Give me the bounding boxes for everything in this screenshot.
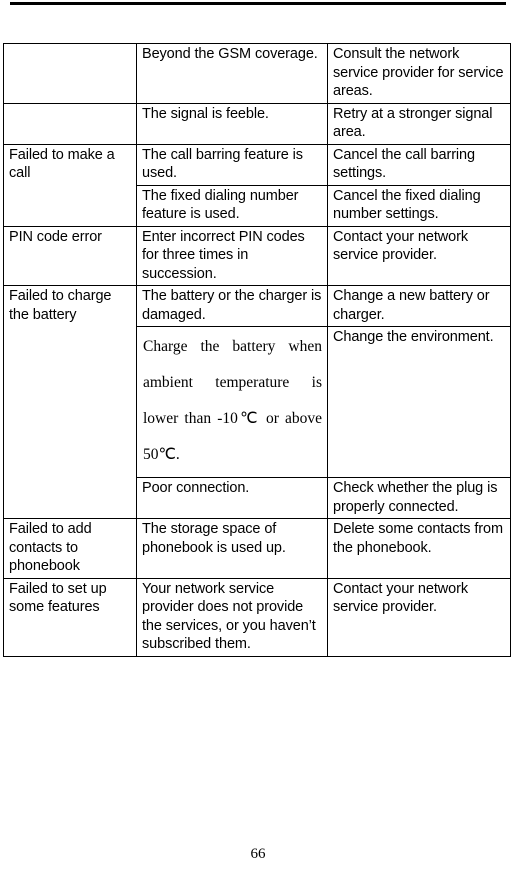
table-row: Failed to add contacts to phonebook The … (3, 518, 511, 579)
cell-cause: The battery or the charger is damaged. (136, 285, 328, 327)
cell-cause: The call barring feature is used. (136, 143, 328, 186)
cell-solution: Cancel the call barring settings. (327, 143, 511, 186)
cell-symptom: Failed to make a call (3, 143, 137, 227)
cell-cause: Beyond the GSM coverage. (136, 43, 328, 104)
table-row: Failed to make a call The call barring f… (3, 143, 511, 227)
cell-cause: Charge the battery when ambient temperat… (136, 326, 328, 478)
cell-solution: Retry at a stronger signal area. (327, 102, 511, 145)
cell-symptom: Failed to add contacts to phonebook (3, 518, 137, 579)
cell-solution: Consult the network service provider for… (327, 43, 511, 104)
cell-solution: Check whether the plug is properly conne… (327, 477, 511, 519)
cell-solution: Delete some contacts from the phonebook. (327, 518, 511, 579)
cell-solution: Contact your network service provider. (327, 577, 511, 657)
table-row: Beyond the GSM coverage. Consult the net… (3, 43, 511, 104)
cell-cause: Your network service provider does not p… (136, 577, 328, 657)
cell-solution: Change a new battery or charger. (327, 285, 511, 327)
cell-cause: Enter incorrect PIN codes for three time… (136, 225, 328, 286)
table-row: Failed to charge the battery The battery… (3, 285, 511, 519)
cell-symptom (3, 43, 137, 104)
table-row: Failed to set up some features Your netw… (3, 577, 511, 657)
cell-cause: The fixed dialing number feature is used… (136, 184, 328, 227)
cell-symptom: PIN code error (3, 225, 137, 286)
cell-symptom: Failed to set up some features (3, 577, 137, 657)
page-number: 66 (250, 846, 266, 862)
troubleshooting-table: Beyond the GSM coverage. Consult the net… (3, 43, 511, 657)
table-row: PIN code error Enter incorrect PIN codes… (3, 225, 511, 286)
cell-symptom (3, 102, 137, 145)
cell-cause: The storage space of phonebook is used u… (136, 518, 328, 579)
cell-cause: The signal is feeble. (136, 102, 328, 145)
cell-solution: Cancel the fixed dialing number settings… (327, 184, 511, 227)
table-row: The signal is feeble. Retry at a stronge… (3, 102, 511, 145)
cell-symptom: Failed to charge the battery (3, 285, 137, 519)
cell-solution: Change the environment. (327, 326, 511, 478)
cell-solution: Contact your network service provider. (327, 225, 511, 286)
table-body: Beyond the GSM coverage. Consult the net… (3, 43, 511, 657)
cell-cause: Poor connection. (136, 477, 328, 519)
page-header-rule (10, 2, 506, 5)
